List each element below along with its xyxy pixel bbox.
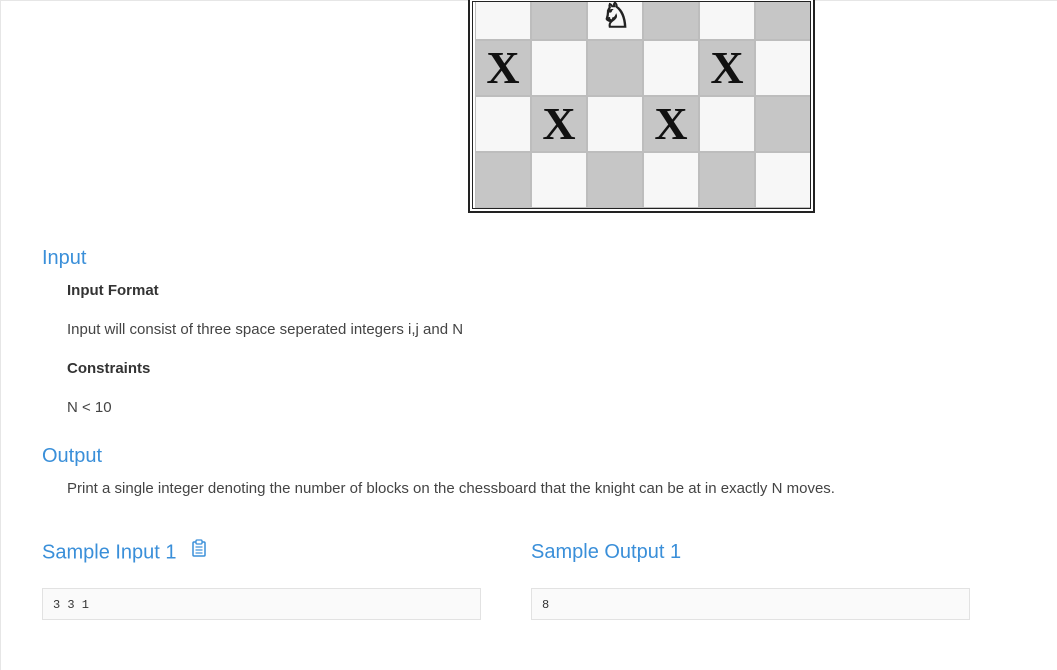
sample-output-title: Sample Output 1	[531, 541, 682, 563]
x-mark: X	[654, 98, 688, 149]
board-square	[699, 152, 755, 208]
board-square	[643, 40, 699, 96]
board-square	[587, 40, 643, 96]
board-square: X	[699, 40, 755, 96]
board-square: X	[643, 96, 699, 152]
board-square	[587, 152, 643, 208]
board-square	[475, 96, 531, 152]
problem-page: ♘ X X X X Input Input Format Input will cons…	[0, 0, 1057, 670]
board-square	[755, 96, 810, 152]
chessboard-image: ♘ X X X X	[468, 0, 815, 213]
sample-input-title: Sample Input 1	[42, 539, 206, 565]
output-section-title: Output	[42, 445, 103, 467]
x-mark: X	[486, 42, 520, 93]
board-square: ♘	[587, 1, 643, 40]
board-square	[475, 2, 531, 40]
board-square	[755, 152, 810, 208]
chessboard-grid: ♘ X X X X	[475, 1, 810, 208]
chessboard-inner-border: ♘ X X X X	[472, 1, 811, 209]
board-square	[699, 2, 755, 40]
board-square	[475, 152, 531, 208]
board-square	[531, 40, 587, 96]
x-mark: X	[710, 42, 744, 93]
board-square: X	[531, 96, 587, 152]
board-square	[699, 96, 755, 152]
constraints-text: N < 10	[67, 399, 112, 416]
board-square: X	[475, 40, 531, 96]
board-square	[531, 152, 587, 208]
output-text: Print a single integer denoting the numb…	[67, 480, 835, 497]
input-format-heading: Input Format	[67, 282, 159, 299]
knight-icon: ♘	[600, 1, 632, 35]
sample-input-box[interactable]: 3 3 1	[42, 588, 481, 620]
board-square	[587, 96, 643, 152]
board-square	[531, 2, 587, 40]
board-square	[755, 40, 810, 96]
sample-input-title-text: Sample Input 1	[42, 541, 177, 564]
board-square	[643, 2, 699, 40]
board-square	[755, 2, 810, 40]
sample-output-box[interactable]: 8	[531, 588, 970, 620]
x-mark: X	[542, 98, 576, 149]
input-format-text: Input will consist of three space sepera…	[67, 321, 464, 338]
input-section-title: Input	[42, 247, 87, 269]
clipboard-icon[interactable]	[192, 539, 206, 563]
board-square	[643, 152, 699, 208]
constraints-heading: Constraints	[67, 360, 151, 377]
